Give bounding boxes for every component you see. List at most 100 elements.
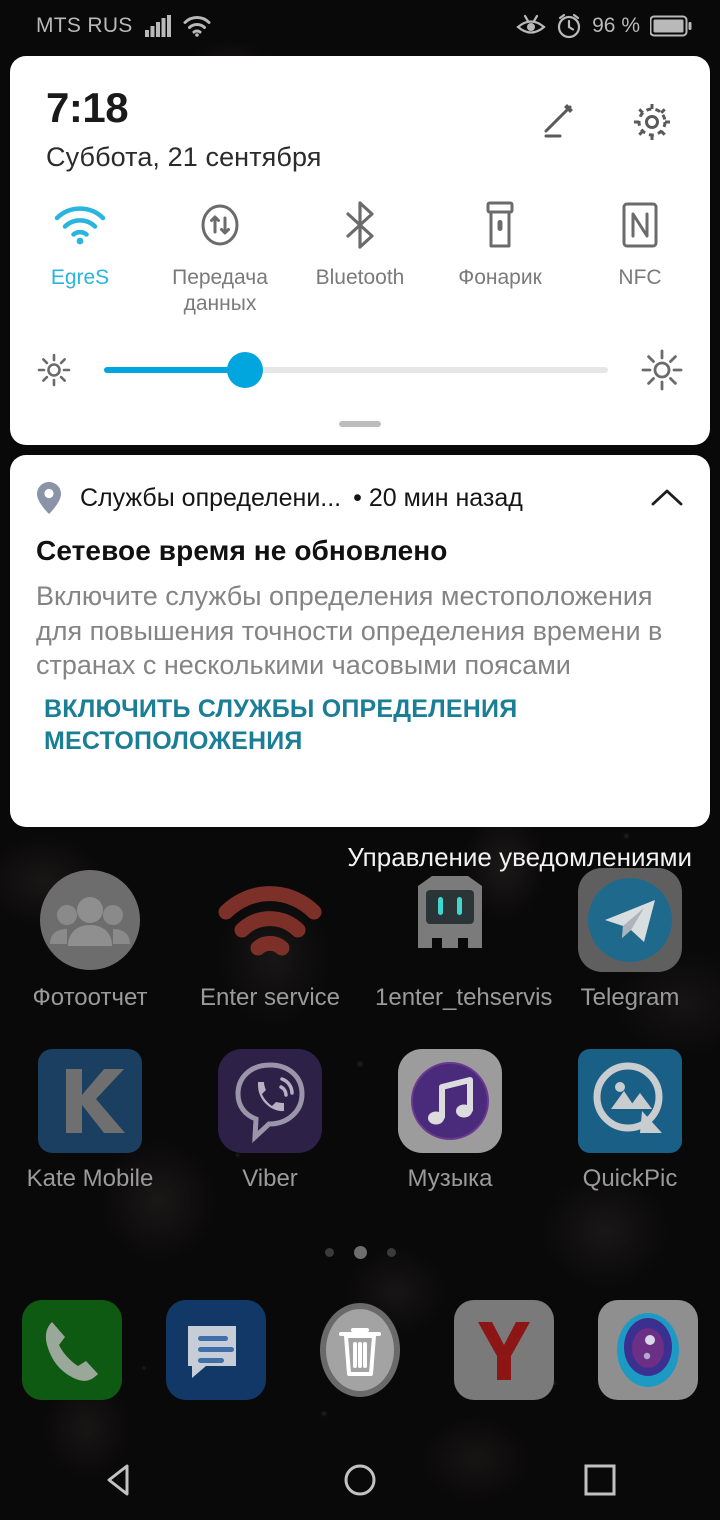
home-app-grid: Фотоотчет Enter service 1enter_tehservis… xyxy=(0,868,720,1194)
bluetooth-icon xyxy=(346,201,374,249)
status-bar-left: MTS RUS xyxy=(36,14,211,38)
gear-icon[interactable] xyxy=(630,100,674,144)
app-label: Фотоотчет xyxy=(32,984,148,1011)
panel-drag-handle[interactable] xyxy=(339,421,381,427)
notification-body-text: Включите службы определения место­положе… xyxy=(36,581,663,681)
home-button-icon[interactable] xyxy=(341,1461,379,1499)
status-bar: MTS RUS 96 % xyxy=(0,0,720,52)
toggle-mobile-data-icon-wrap xyxy=(196,195,244,255)
quick-settings-actions xyxy=(536,86,674,144)
brightness-high-icon xyxy=(641,349,683,390)
messages-icon xyxy=(166,1300,266,1400)
dock-item-trash[interactable] xyxy=(288,1300,432,1400)
toggle-flashlight[interactable]: Фонарик xyxy=(430,195,570,318)
toggle-nfc[interactable]: NFC xyxy=(570,195,710,318)
quick-settings-header: 7:18 Суббота, 21 сентября xyxy=(10,56,710,173)
clock-block: 7:18 Суббота, 21 сентября xyxy=(46,84,322,173)
alarm-clock-icon xyxy=(558,13,581,39)
wifi-arcs-icon xyxy=(218,868,322,972)
app-item-kate-mobile[interactable]: Kate Mobile xyxy=(0,1048,180,1194)
signal-bars-icon xyxy=(144,15,171,37)
enable-location-services-button[interactable]: ВКЛЮЧИТЬ СЛУЖБЫ ОПРЕДЕЛЕНИЯ МЕСТОПОЛОЖЕН… xyxy=(44,693,684,758)
clock-time: 7:18 xyxy=(46,84,129,131)
app-item-enter-service[interactable]: Enter service xyxy=(180,868,360,1013)
carrier-label: MTS RUS xyxy=(36,14,133,37)
app-item-muzyka[interactable]: Музыка xyxy=(360,1048,540,1194)
nav-back[interactable] xyxy=(0,1461,240,1499)
brightness-low-icon xyxy=(37,353,71,386)
toggle-bluetooth-label: Bluetooth xyxy=(315,266,405,290)
back-button-icon[interactable] xyxy=(101,1461,139,1499)
wifi-icon xyxy=(183,16,211,37)
navigation-bar xyxy=(0,1440,720,1520)
android-home-screen-with-notification-shade: MTS RUS 96 % 7:18 Суббота, 21 сентября E… xyxy=(0,0,720,1520)
page-dot-active[interactable] xyxy=(353,1246,367,1259)
toggle-bluetooth[interactable]: Bluetooth xyxy=(290,195,430,318)
dock-item-camera[interactable] xyxy=(576,1300,720,1400)
quickpic-photo-icon xyxy=(578,1048,682,1153)
app-label: QuickPic xyxy=(582,1164,678,1192)
page-dot[interactable] xyxy=(386,1248,396,1257)
app-label: Музыка xyxy=(407,1164,493,1192)
app-label: Telegram xyxy=(580,984,680,1011)
toggle-mobile-data[interactable]: Передача данных xyxy=(150,195,290,318)
app-label: 1enter_tehservis xyxy=(375,984,553,1011)
quick-settings-toggle-row: EgreS Передача данных Bluetooth Фонарик … xyxy=(10,195,710,318)
nav-home[interactable] xyxy=(240,1461,480,1499)
notification-card[interactable]: Службы определени... • 20 мин назад Сете… xyxy=(10,455,710,827)
camera-icon xyxy=(598,1300,698,1400)
brightness-slider-row xyxy=(10,348,710,392)
app-item-telegram[interactable]: Telegram xyxy=(540,868,720,1013)
recents-button-icon[interactable] xyxy=(582,1462,618,1498)
music-note-icon xyxy=(398,1048,502,1153)
toggle-nfc-label: NFC xyxy=(618,266,662,290)
toggle-nfc-icon-wrap xyxy=(621,195,659,255)
wifi-icon xyxy=(54,206,106,245)
brightness-slider-thumb[interactable] xyxy=(227,351,264,388)
toggle-wifi[interactable]: EgreS xyxy=(10,195,150,318)
notification-header: Службы определени... • 20 мин назад xyxy=(36,481,684,515)
viber-phone-bubble-icon xyxy=(218,1048,322,1153)
data-transfer-icon xyxy=(201,204,239,246)
page-dot[interactable] xyxy=(324,1248,334,1257)
clock-date: Суббота, 21 сентября xyxy=(46,142,322,173)
app-item-viber[interactable]: Viber xyxy=(180,1048,360,1194)
toggle-wifi-label: EgreS xyxy=(50,266,110,290)
people-group-icon xyxy=(38,868,142,972)
eye-comfort-icon xyxy=(516,14,546,34)
notification-title: Сетевое время не обновлено xyxy=(36,535,448,566)
nfc-icon xyxy=(622,202,658,248)
quick-settings-panel: 7:18 Суббота, 21 сентября EgreS Передача… xyxy=(10,56,710,445)
app-row-1: Фотоотчет Enter service 1enter_tehservis… xyxy=(0,868,720,1013)
phone-dialer-icon xyxy=(22,1300,122,1400)
notification-app-name: Службы определени... xyxy=(80,483,342,512)
chevron-up-icon[interactable] xyxy=(650,486,684,510)
brightness-slider-fill xyxy=(104,366,246,373)
app-item-1enter-tehservis[interactable]: 1enter_tehservis xyxy=(360,868,553,1013)
app-item-quickpic[interactable]: QuickPic xyxy=(540,1048,720,1194)
toggle-wifi-icon-wrap xyxy=(54,195,106,255)
robot-console-icon xyxy=(398,868,502,972)
battery-percent-label: 96 % xyxy=(592,14,640,37)
nav-recents[interactable] xyxy=(480,1462,720,1498)
trash-delete-icon xyxy=(310,1300,410,1400)
dock-item-phone[interactable] xyxy=(0,1300,144,1400)
app-row-2: Kate Mobile Viber Музыка QuickPic xyxy=(0,1048,720,1194)
dock-item-messages[interactable] xyxy=(144,1300,288,1400)
pencil-edit-icon[interactable] xyxy=(536,100,580,144)
brightness-slider[interactable] xyxy=(104,351,608,388)
battery-icon xyxy=(650,15,692,37)
dock-item-yandex[interactable] xyxy=(432,1300,576,1400)
toggle-mobile-data-label: Передача данных xyxy=(172,266,268,316)
app-label: Enter service xyxy=(199,984,341,1011)
manage-notifications-button[interactable]: Управление уведомлениями xyxy=(347,842,692,873)
app-item-fotootchet[interactable]: Фотоотчет xyxy=(0,868,180,1013)
letter-k-icon xyxy=(38,1048,142,1153)
notification-timestamp: • 20 мин назад xyxy=(353,483,523,512)
dock xyxy=(0,1300,720,1400)
toggle-flashlight-icon-wrap xyxy=(483,195,517,255)
app-label: Viber xyxy=(242,1164,298,1192)
yandex-browser-icon xyxy=(454,1300,554,1400)
status-bar-right: 96 % xyxy=(516,13,692,39)
page-indicator xyxy=(0,1246,720,1259)
